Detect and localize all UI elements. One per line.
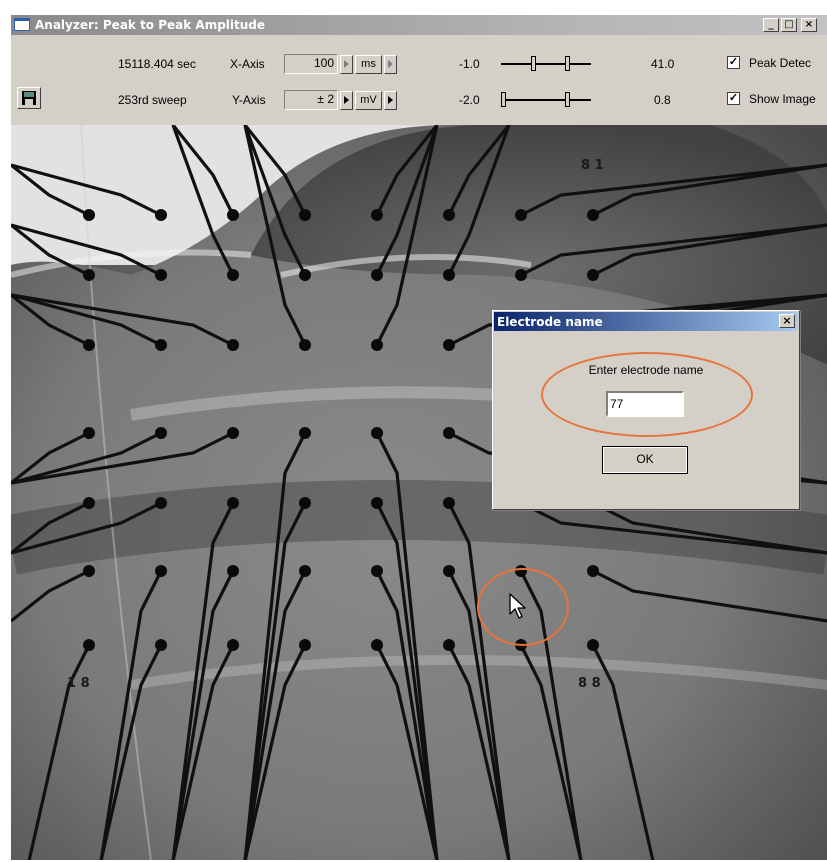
y-axis-unit-spinner[interactable] (384, 91, 397, 110)
electrode-dot[interactable] (443, 269, 455, 281)
electrode-dot[interactable] (155, 427, 167, 439)
time-readout: 15118.404 sec (118, 57, 196, 71)
electrode-dot[interactable] (155, 565, 167, 577)
slider1-max-thumb[interactable] (565, 56, 570, 71)
slider1[interactable] (501, 56, 591, 72)
toolbar: 15118.404 sec X-Axis 100 ms -1.0 41.0 ✓ … (11, 35, 827, 125)
minimize-button[interactable]: _ (763, 18, 779, 32)
electrode-dot[interactable] (227, 209, 239, 221)
x-axis-value-spinner[interactable] (340, 55, 353, 74)
x-axis-unit-selector[interactable]: ms (355, 55, 382, 74)
mouse-pointer-icon (509, 593, 526, 619)
electrode-dot[interactable] (83, 427, 95, 439)
electrode-dot[interactable] (371, 339, 383, 351)
window-titlebar[interactable]: Analyzer: Peak to Peak Amplitude _ □ × (11, 15, 827, 35)
peak-detect-label: Peak Detec (749, 56, 812, 70)
electrode-dot[interactable] (371, 427, 383, 439)
highlight-ellipse-input (541, 352, 753, 437)
slider1-min-value: -1.0 (459, 57, 480, 71)
electrode-dot[interactable] (443, 497, 455, 509)
electrode-dot[interactable] (155, 339, 167, 351)
electrode-dot[interactable] (443, 639, 455, 651)
electrode-dot[interactable] (443, 339, 455, 351)
electrode-dot[interactable] (155, 209, 167, 221)
dialog-title: Electrode name (497, 315, 603, 329)
electrode-dot[interactable] (587, 565, 599, 577)
electrode-dot[interactable] (299, 565, 311, 577)
electrode-dot[interactable] (299, 427, 311, 439)
electrode-dot[interactable] (155, 639, 167, 651)
electrode-dot[interactable] (155, 497, 167, 509)
electrode-dot[interactable] (227, 339, 239, 351)
electrode-dot[interactable] (371, 497, 383, 509)
electrode-dot[interactable] (371, 639, 383, 651)
electrode-label-88: 8 8 (578, 676, 601, 691)
electrode-dot[interactable] (515, 269, 527, 281)
electrode-dot[interactable] (227, 497, 239, 509)
y-axis-value-field[interactable]: ± 2 (284, 90, 338, 110)
close-button[interactable]: × (801, 18, 817, 32)
electrode-dot[interactable] (515, 209, 527, 221)
y-axis-unit-selector[interactable]: mV (355, 91, 382, 110)
electrode-dot[interactable] (83, 497, 95, 509)
electrode-dot[interactable] (587, 639, 599, 651)
electrode-dot[interactable] (371, 565, 383, 577)
electrode-dot[interactable] (299, 209, 311, 221)
electrode-dot[interactable] (83, 565, 95, 577)
slider2-max-thumb[interactable] (565, 92, 570, 107)
electrode-dot[interactable] (443, 565, 455, 577)
electrode-dot[interactable] (371, 269, 383, 281)
electrode-dot[interactable] (299, 269, 311, 281)
sweep-readout: 253rd sweep (118, 93, 187, 107)
electrode-dot[interactable] (587, 209, 599, 221)
electrode-dot[interactable] (227, 639, 239, 651)
maximize-button[interactable]: □ (781, 18, 797, 32)
electrode-dot[interactable] (299, 639, 311, 651)
electrode-dot[interactable] (155, 269, 167, 281)
x-axis-label: X-Axis (230, 57, 265, 71)
slider2-min-thumb[interactable] (501, 92, 506, 107)
ok-button[interactable]: OK (602, 446, 688, 474)
floppy-disk-icon (22, 91, 36, 105)
electrode-dot[interactable] (443, 209, 455, 221)
slider2-max-value: 0.8 (654, 93, 671, 107)
y-axis-value-spinner[interactable] (340, 91, 353, 110)
electrode-dot[interactable] (371, 209, 383, 221)
electrode-dot[interactable] (299, 497, 311, 509)
app-window-icon (14, 18, 30, 31)
x-axis-value-field[interactable]: 100 (284, 54, 338, 74)
electrode-label-18: 1 8 (67, 676, 90, 691)
electrode-dot[interactable] (443, 427, 455, 439)
electrode-dot[interactable] (227, 269, 239, 281)
peak-detect-checkbox[interactable]: ✓ (727, 56, 740, 69)
electrode-dot[interactable] (83, 339, 95, 351)
electrode-dot[interactable] (227, 565, 239, 577)
electrode-dot[interactable] (83, 269, 95, 281)
electrode-dot[interactable] (227, 427, 239, 439)
electrode-dot[interactable] (587, 269, 599, 281)
show-image-label: Show Image (749, 92, 816, 106)
electrode-dot[interactable] (299, 339, 311, 351)
window-title: Analyzer: Peak to Peak Amplitude (35, 18, 266, 32)
dialog-titlebar[interactable]: Electrode name × (494, 312, 798, 331)
y-axis-label: Y-Axis (232, 93, 266, 107)
slider2[interactable] (501, 92, 591, 108)
x-axis-unit-spinner[interactable] (384, 55, 397, 74)
electrode-label-81: 8 1 (581, 158, 604, 173)
save-button[interactable] (17, 87, 41, 109)
show-image-checkbox[interactable]: ✓ (727, 92, 740, 105)
dialog-close-button[interactable]: × (779, 314, 795, 328)
slider1-min-thumb[interactable] (531, 56, 536, 71)
electrode-dot[interactable] (83, 639, 95, 651)
electrode-dot[interactable] (83, 209, 95, 221)
slider1-max-value: 41.0 (651, 57, 675, 71)
slider2-min-value: -2.0 (459, 93, 480, 107)
